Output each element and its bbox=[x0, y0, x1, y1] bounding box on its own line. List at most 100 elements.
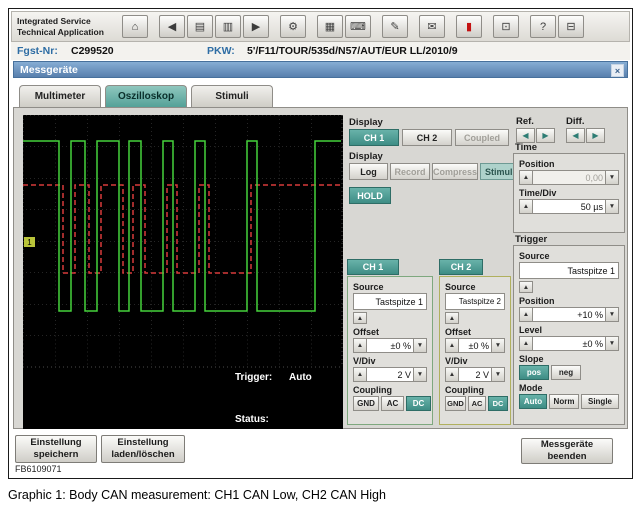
display-ch1-button[interactable]: CH 1 bbox=[349, 129, 399, 146]
trigger-source-up-button[interactable]: ▲ bbox=[519, 281, 533, 293]
diff-next-button[interactable]: ▶ bbox=[586, 128, 605, 143]
service-button[interactable]: ⚙ bbox=[280, 15, 306, 38]
arrow-down-icon: ▼ bbox=[608, 203, 616, 210]
fgst-label: Fgst-Nr: bbox=[17, 45, 58, 57]
save-settings-button[interactable]: Einstellung speichern bbox=[15, 435, 97, 463]
dialog-title: Messgeräte bbox=[20, 63, 78, 76]
spin-up-button[interactable]: ▲ bbox=[519, 307, 533, 322]
spin-up-button[interactable]: ▲ bbox=[353, 367, 367, 382]
ch1-source-field[interactable]: Tastspitze 1 bbox=[353, 293, 427, 310]
document-forward-icon: ▥ bbox=[222, 21, 234, 33]
slope-pos-button[interactable]: pos bbox=[519, 365, 549, 380]
spin-down-button[interactable]: ▼ bbox=[413, 338, 427, 353]
diff-label: Diff. bbox=[566, 116, 585, 127]
mail-button[interactable]: ✉ bbox=[419, 15, 445, 38]
trigger-source-field[interactable]: Tastspitze 1 bbox=[519, 262, 619, 279]
window-button[interactable]: ⊟ bbox=[558, 15, 584, 38]
display-log-button[interactable]: Log bbox=[349, 163, 388, 180]
ch1-vdiv-label: V/Div bbox=[353, 356, 376, 366]
mode-auto-button[interactable]: Auto bbox=[519, 394, 547, 409]
slope-neg-button[interactable]: neg bbox=[551, 365, 581, 380]
pencil-icon: ✎ bbox=[390, 21, 400, 33]
keyboard-icon: ⌨ bbox=[350, 21, 366, 33]
spin-up-button[interactable]: ▲ bbox=[445, 338, 459, 353]
ch2-dc-button[interactable]: DC bbox=[488, 396, 508, 411]
ch1-vdiv-spinner: ▲ 2 V ▼ bbox=[353, 367, 427, 382]
slope-buttons: pos neg bbox=[519, 365, 619, 380]
arrow-up-icon: ▲ bbox=[522, 340, 530, 347]
ch2-offset-value[interactable]: ±0 % bbox=[459, 338, 491, 353]
spin-down-button[interactable]: ▼ bbox=[413, 367, 427, 382]
spin-down-button[interactable]: ▼ bbox=[491, 338, 505, 353]
arrow-down-icon: ▼ bbox=[494, 371, 502, 378]
print-button[interactable]: ▦ bbox=[317, 15, 343, 38]
ch2-header-button[interactable]: CH 2 bbox=[439, 259, 483, 275]
mode-norm-button[interactable]: Norm bbox=[549, 394, 579, 409]
tab-stimuli[interactable]: Stimuli bbox=[191, 85, 273, 107]
forward-button[interactable]: ▶ bbox=[243, 15, 269, 38]
timediv-value[interactable]: 50 µs bbox=[533, 199, 605, 214]
ref-prev-button[interactable]: ◀ bbox=[516, 128, 535, 143]
display-coupled-button[interactable]: Coupled bbox=[455, 129, 509, 146]
spin-down-button[interactable]: ▼ bbox=[605, 199, 619, 214]
trigger-level-value[interactable]: ±0 % bbox=[533, 336, 605, 351]
spin-down-button[interactable]: ▼ bbox=[491, 367, 505, 382]
spin-down-button[interactable]: ▼ bbox=[605, 307, 619, 322]
trigger-position-value[interactable]: +10 % bbox=[533, 307, 605, 322]
spin-up-button[interactable]: ▲ bbox=[445, 367, 459, 382]
ch1-header-button[interactable]: CH 1 bbox=[347, 259, 399, 275]
exit-button[interactable]: Messgeräte beenden bbox=[521, 438, 613, 464]
fgst-value: C299520 bbox=[71, 45, 114, 57]
timediv-label: Time/Div bbox=[519, 188, 557, 198]
display-compress-button[interactable]: Compress bbox=[432, 163, 478, 180]
tab-bar: Multimeter Oszilloskop Stimuli bbox=[19, 85, 273, 107]
ch2-gnd-button[interactable]: GND bbox=[445, 396, 466, 411]
ch1-gnd-button[interactable]: GND bbox=[353, 396, 379, 411]
ch2-source-field[interactable]: Tastspitze 2 bbox=[445, 293, 505, 310]
display-record-button[interactable]: Record bbox=[390, 163, 430, 180]
arrow-up-icon: ▲ bbox=[356, 342, 364, 349]
ch1-vdiv-value[interactable]: 2 V bbox=[367, 367, 413, 382]
close-button[interactable]: × bbox=[611, 64, 624, 77]
time-position-value[interactable]: 0,00 bbox=[533, 170, 605, 185]
mode-single-button[interactable]: Single bbox=[581, 394, 619, 409]
ch1-dc-button[interactable]: DC bbox=[406, 396, 431, 411]
spin-up-button[interactable]: ▲ bbox=[519, 199, 533, 214]
arrow-down-icon: ▼ bbox=[494, 342, 502, 349]
ch2-source-up-button[interactable]: ▲ bbox=[445, 312, 459, 324]
spin-down-button[interactable]: ▼ bbox=[605, 170, 619, 185]
arrow-left-icon: ◀ bbox=[572, 131, 579, 140]
document-back-button[interactable]: ▤ bbox=[187, 15, 213, 38]
ch1-offset-value[interactable]: ±0 % bbox=[367, 338, 413, 353]
tab-oszilloskop[interactable]: Oszilloskop bbox=[105, 85, 187, 107]
spin-up-button[interactable]: ▲ bbox=[519, 336, 533, 351]
edit-button[interactable]: ✎ bbox=[382, 15, 408, 38]
arrow-up-icon: ▲ bbox=[448, 314, 456, 322]
tab-multimeter[interactable]: Multimeter bbox=[19, 85, 101, 107]
display-ch2-button[interactable]: CH 2 bbox=[402, 129, 452, 146]
display-mode-label: Display bbox=[349, 151, 383, 162]
mode-buttons: Auto Norm Single bbox=[519, 394, 619, 409]
hold-button[interactable]: HOLD bbox=[349, 187, 391, 204]
document-forward-button[interactable]: ▥ bbox=[215, 15, 241, 38]
back-button[interactable]: ◀ bbox=[159, 15, 185, 38]
home-button[interactable]: ⌂ bbox=[122, 15, 148, 38]
monitor-button[interactable]: ⊡ bbox=[493, 15, 519, 38]
trigger-group: Source Tastspitze 1 ▲ Position ▲ +10 % ▼… bbox=[513, 245, 625, 425]
spin-up-button[interactable]: ▲ bbox=[353, 338, 367, 353]
app-title: Integrated Service Technical Application bbox=[17, 16, 104, 37]
diff-prev-button[interactable]: ◀ bbox=[566, 128, 585, 143]
display-channel-label: Display bbox=[349, 117, 383, 128]
ch2-vdiv-value[interactable]: 2 V bbox=[459, 367, 491, 382]
keyboard-button[interactable]: ⌨ bbox=[345, 15, 371, 38]
ch1-source-up-button[interactable]: ▲ bbox=[353, 312, 367, 324]
spin-up-button[interactable]: ▲ bbox=[519, 170, 533, 185]
ref-next-button[interactable]: ▶ bbox=[536, 128, 555, 143]
ch2-source-label: Source bbox=[445, 282, 476, 292]
load-settings-button[interactable]: Einstellung laden/löschen bbox=[101, 435, 185, 463]
spin-down-button[interactable]: ▼ bbox=[605, 336, 619, 351]
battery-button[interactable]: ▮ bbox=[456, 15, 482, 38]
ch1-ac-button[interactable]: AC bbox=[381, 396, 404, 411]
ch2-ac-button[interactable]: AC bbox=[468, 396, 486, 411]
help-button[interactable]: ? bbox=[530, 15, 556, 38]
